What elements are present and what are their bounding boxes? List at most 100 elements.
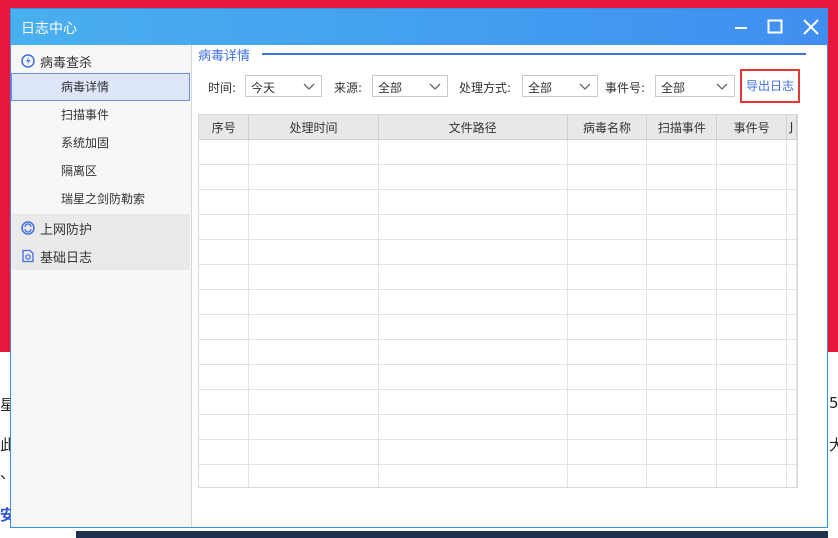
sidebar-item-scan-events[interactable]: 扫描事件 xyxy=(11,101,190,129)
table-cell xyxy=(248,164,379,190)
table-row[interactable] xyxy=(199,364,797,390)
table-row[interactable] xyxy=(199,414,797,440)
table-cell xyxy=(646,239,718,265)
sidebar-group-virus-scan[interactable]: 病毒查杀 xyxy=(11,47,190,75)
section-title: 病毒详情 xyxy=(198,49,251,64)
table-cell xyxy=(567,389,648,415)
table-row[interactable] xyxy=(199,389,797,415)
table-row[interactable] xyxy=(199,214,797,240)
table-cell xyxy=(646,314,718,340)
table-cell xyxy=(378,364,568,390)
column-header-scan-event[interactable]: 扫描事件 xyxy=(646,115,718,140)
table-cell xyxy=(378,289,568,315)
web-protection-icon xyxy=(21,221,35,235)
table-cell xyxy=(199,339,250,365)
table-cell xyxy=(378,264,568,290)
handling-filter-label: 处理方式: xyxy=(459,81,512,95)
sidebar-group-label: 基础日志 xyxy=(40,250,93,266)
time-filter-select[interactable]: 今天 xyxy=(245,75,322,97)
log-table: 序号 处理时间 文件路径 病毒名称 扫描事件 事件号 J xyxy=(199,115,797,487)
column-header-index[interactable]: 序号 xyxy=(199,115,250,140)
virus-details-table: 序号 处理时间 文件路径 病毒名称 扫描事件 事件号 J xyxy=(198,114,798,488)
basic-log-icon xyxy=(22,249,34,263)
background-text: 5 xyxy=(829,394,838,412)
table-cell xyxy=(199,189,250,215)
table-cell xyxy=(199,314,250,340)
table-cell xyxy=(786,289,797,315)
table-cell xyxy=(716,239,787,265)
table-cell xyxy=(567,214,648,240)
table-row[interactable] xyxy=(199,339,797,365)
table-cell xyxy=(716,214,787,240)
table-row[interactable] xyxy=(199,189,797,215)
table-cell xyxy=(716,339,787,365)
table-row[interactable] xyxy=(199,289,797,315)
sidebar-item-virus-details[interactable]: 病毒详情 xyxy=(11,73,190,101)
table-cell xyxy=(199,264,250,290)
close-icon[interactable] xyxy=(799,15,823,39)
minimize-icon[interactable] xyxy=(729,15,753,39)
table-cell xyxy=(378,389,568,415)
table-row[interactable] xyxy=(199,139,797,165)
table-cell xyxy=(716,189,787,215)
column-header-file-path[interactable]: 文件路径 xyxy=(378,115,568,140)
dialog-title: 日志中心 xyxy=(21,21,77,37)
chevron-down-icon xyxy=(579,83,591,90)
table-cell xyxy=(646,339,718,365)
table-cell xyxy=(378,414,568,440)
table-cell xyxy=(199,464,250,487)
table-row[interactable] xyxy=(199,314,797,340)
event-no-filter-label: 事件号: xyxy=(605,81,646,95)
sidebar-group-web-protection[interactable]: 上网防护 xyxy=(11,214,190,242)
column-header-virus-name[interactable]: 病毒名称 xyxy=(567,115,648,140)
table-cell xyxy=(646,464,718,487)
table-cell xyxy=(567,189,648,215)
table-row[interactable] xyxy=(199,464,797,487)
table-cell xyxy=(786,314,797,340)
time-filter-value: 今天 xyxy=(251,81,276,95)
table-cell xyxy=(567,464,648,487)
table-cell xyxy=(716,164,787,190)
table-cell xyxy=(248,464,379,487)
sidebar-group-basic-log[interactable]: 基础日志 xyxy=(11,242,190,270)
table-row[interactable] xyxy=(199,164,797,190)
table-cell xyxy=(248,389,379,415)
table-cell xyxy=(716,264,787,290)
column-header-event-no[interactable]: 事件号 xyxy=(716,115,787,140)
table-cell xyxy=(567,164,648,190)
table-cell xyxy=(248,214,379,240)
table-cell xyxy=(786,339,797,365)
table-cell xyxy=(786,364,797,390)
table-cell xyxy=(716,439,787,465)
table-cell xyxy=(646,214,718,240)
source-filter-select[interactable]: 全部 xyxy=(372,75,448,97)
table-cell xyxy=(716,389,787,415)
table-cell xyxy=(716,414,787,440)
table-cell xyxy=(646,439,718,465)
time-filter-label: 时间: xyxy=(208,81,237,95)
table-cell xyxy=(786,139,797,165)
table-cell xyxy=(716,139,787,165)
table-cell xyxy=(716,314,787,340)
column-header-time[interactable]: 处理时间 xyxy=(248,115,379,140)
table-cell xyxy=(786,414,797,440)
export-log-button[interactable]: 导出日志 xyxy=(740,69,800,103)
table-cell xyxy=(248,139,379,165)
table-cell xyxy=(199,414,250,440)
handling-filter-select[interactable]: 全部 xyxy=(522,75,598,97)
table-cell xyxy=(567,439,648,465)
table-cell xyxy=(378,189,568,215)
table-cell xyxy=(646,164,718,190)
sidebar-item-quarantine[interactable]: 隔离区 xyxy=(11,157,190,185)
column-header-truncated[interactable]: J xyxy=(786,115,797,140)
table-row[interactable] xyxy=(199,439,797,465)
table-cell xyxy=(248,364,379,390)
sidebar-item-system-hardening[interactable]: 系统加固 xyxy=(11,129,190,157)
table-row[interactable] xyxy=(199,239,797,265)
table-row[interactable] xyxy=(199,264,797,290)
maximize-icon[interactable] xyxy=(763,15,787,39)
table-cell xyxy=(646,364,718,390)
sidebar-item-anti-ransomware[interactable]: 瑞星之剑防勒索 xyxy=(11,185,190,213)
table-cell xyxy=(567,289,648,315)
event-no-filter-select[interactable]: 全部 xyxy=(655,75,735,97)
